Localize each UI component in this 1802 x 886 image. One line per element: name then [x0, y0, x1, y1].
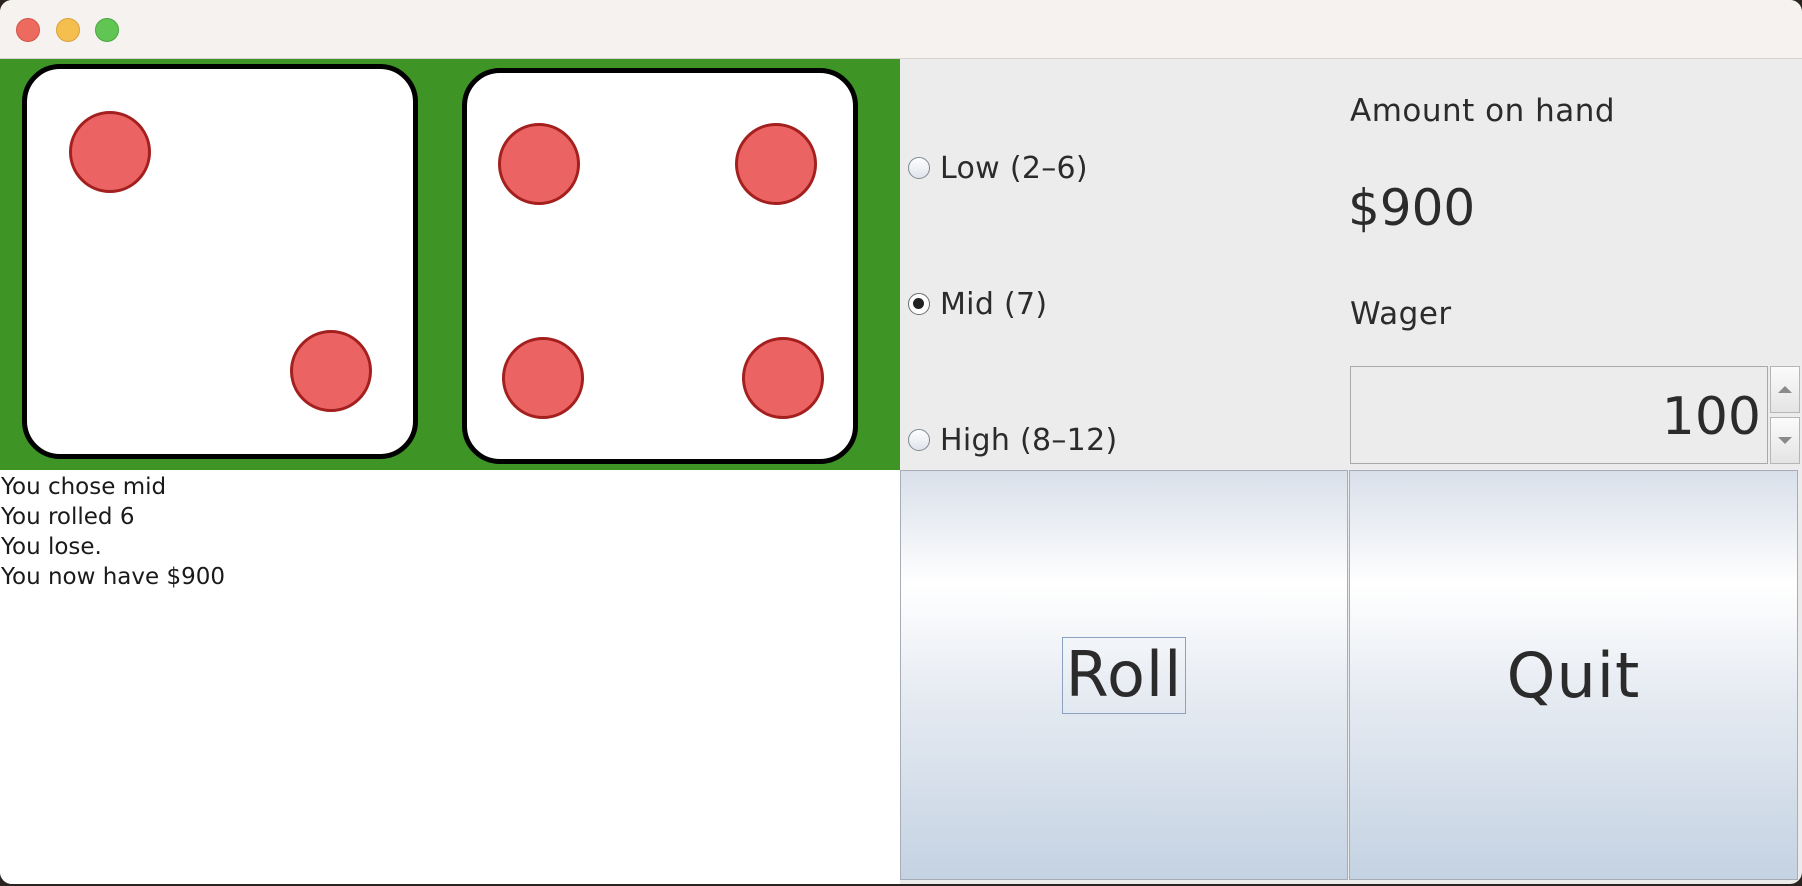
- amount-on-hand-label: Amount on hand: [1350, 93, 1616, 129]
- die-pip: [290, 330, 372, 412]
- message-log: You chose mid You rolled 6 You lose. You…: [0, 470, 900, 884]
- bet-mid-label: Mid (7): [940, 286, 1048, 322]
- title-bar: [0, 0, 1802, 59]
- maximize-window-button[interactable]: [95, 18, 119, 42]
- bet-high-radio[interactable]: High (8–12): [908, 420, 1117, 460]
- minimize-window-button[interactable]: [56, 18, 80, 42]
- radio-unchecked-icon[interactable]: [908, 157, 930, 179]
- dice-game-window: You chose mid You rolled 6 You lose. You…: [0, 0, 1802, 884]
- wager-input[interactable]: 100: [1350, 366, 1768, 464]
- wager-label: Wager: [1350, 296, 1452, 332]
- radio-unchecked-icon[interactable]: [908, 429, 930, 451]
- close-window-button[interactable]: [16, 18, 40, 42]
- log-line: You lose.: [1, 534, 102, 560]
- die-right: [462, 68, 858, 464]
- bet-high-label: High (8–12): [940, 422, 1118, 458]
- arrow-down-icon: [1778, 437, 1792, 444]
- log-line: You rolled 6: [1, 504, 135, 530]
- wager-decrement-button[interactable]: [1770, 417, 1800, 464]
- roll-button-label: Roll: [1061, 636, 1187, 714]
- radio-checked-icon[interactable]: [908, 293, 930, 315]
- quit-button[interactable]: Quit: [1349, 470, 1798, 880]
- amount-on-hand-value: $900: [1348, 179, 1476, 237]
- radio-dot-icon: [913, 298, 924, 309]
- bet-low-radio[interactable]: Low (2–6): [908, 148, 1088, 188]
- dice-panel: [0, 59, 900, 470]
- die-pip: [502, 337, 584, 419]
- quit-button-label: Quit: [1506, 638, 1641, 712]
- die-left: [22, 64, 418, 459]
- die-pip: [69, 111, 151, 193]
- roll-button[interactable]: Roll: [900, 470, 1348, 880]
- log-line: You now have $900: [1, 564, 226, 590]
- wager-increment-button[interactable]: [1770, 366, 1800, 413]
- die-pip: [498, 123, 580, 205]
- controls-panel: Low (2–6) Mid (7) High (8–12) Amount on …: [900, 59, 1802, 470]
- bet-mid-radio[interactable]: Mid (7): [908, 284, 1047, 324]
- die-pip: [735, 123, 817, 205]
- die-pip: [742, 337, 824, 419]
- log-line: You chose mid: [1, 474, 167, 500]
- wager-spinner[interactable]: 100: [1350, 366, 1802, 464]
- bet-low-label: Low (2–6): [940, 150, 1088, 186]
- arrow-up-icon: [1778, 386, 1792, 393]
